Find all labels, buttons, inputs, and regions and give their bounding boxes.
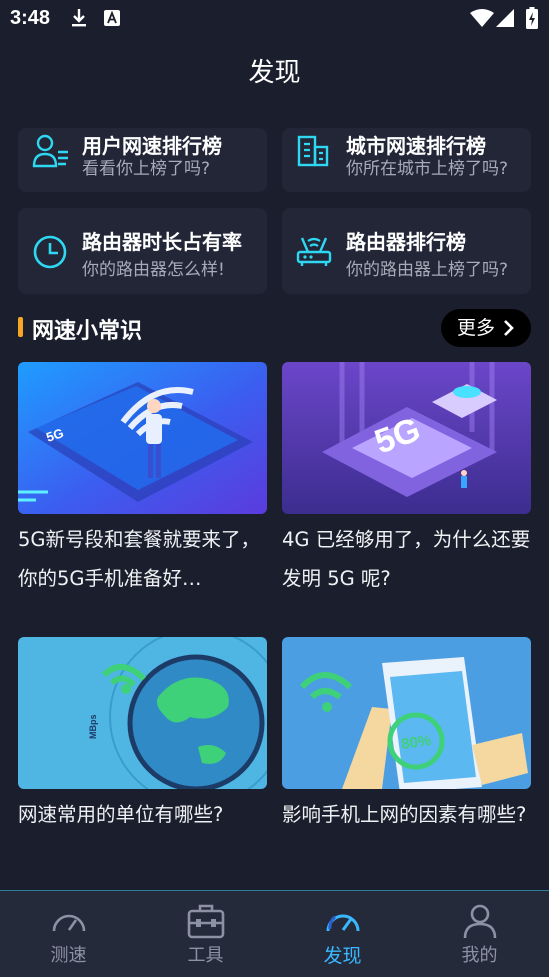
status-time: 3:48 <box>10 7 51 29</box>
card-title: 路由器排行榜 <box>346 230 466 254</box>
card-subtitle: 你的路由器上榜了吗? <box>346 260 509 280</box>
article-thumbnail[interactable]: MBps <box>18 637 267 789</box>
card-subtitle: 看看你上榜了吗? <box>82 159 211 179</box>
article-thumbnail[interactable]: 5G <box>282 362 531 514</box>
tab-label: 测速 <box>50 945 87 966</box>
card-title: 路由器时长占有率 <box>82 230 242 254</box>
article-title[interactable]: 网速常用的单位有哪些? <box>18 795 270 834</box>
article-thumbnail[interactable]: 80% <box>282 637 531 789</box>
card-router-ranking[interactable]: 路由器排行榜 你的路由器上榜了吗? <box>282 208 531 294</box>
user-icon <box>463 904 496 939</box>
section-accent-bar <box>18 317 23 337</box>
wifi-icon <box>470 9 494 27</box>
speedometer-icon <box>326 914 359 932</box>
clock-icon <box>33 235 67 269</box>
card-subtitle: 你所在城市上榜了吗? <box>346 159 509 179</box>
tab-label: 发现 <box>323 945 362 967</box>
section-title: 网速小常识 <box>32 319 143 344</box>
download-icon <box>72 9 86 27</box>
article-thumbnail[interactable]: 5G <box>18 362 267 514</box>
tab-discover[interactable]: 发现 <box>274 891 411 977</box>
card-user-speed-ranking[interactable]: 用户网速排行榜 看看你上榜了吗? <box>18 128 267 192</box>
router-icon <box>296 237 332 266</box>
more-button[interactable]: 更多 <box>441 309 531 347</box>
tab-me[interactable]: 我的 <box>411 891 548 977</box>
font-app-icon <box>104 10 120 26</box>
tab-tools[interactable]: 工具 <box>137 891 274 977</box>
thumbnail-mbps-text: MBps <box>88 715 98 740</box>
card-router-uptime-share[interactable]: 路由器时长占有率 你的路由器怎么样! <box>18 208 267 294</box>
tab-label: 我的 <box>461 945 498 966</box>
more-button-label: 更多 <box>457 317 496 339</box>
page-title: 发现 <box>248 58 301 88</box>
toolbox-icon <box>187 904 224 939</box>
article-title[interactable]: 5G新号段和套餐就要来了，你的5G手机准备好… <box>18 520 270 598</box>
user-list-icon <box>32 134 68 168</box>
status-bar: 3:48 <box>0 0 549 36</box>
signal-icon <box>496 9 514 27</box>
chevron-right-icon <box>504 320 514 336</box>
article-title[interactable]: 4G 已经够用了，为什么还要发明 5G 呢? <box>282 520 534 598</box>
tab-speed-test[interactable]: 测速 <box>0 891 137 977</box>
building-icon <box>297 135 329 167</box>
battery-charging-icon <box>526 7 538 29</box>
card-subtitle: 你的路由器怎么样! <box>82 260 225 280</box>
speedometer-icon <box>52 914 85 932</box>
bottom-nav: 测速 工具 发现 我的 <box>0 890 549 977</box>
card-city-speed-ranking[interactable]: 城市网速排行榜 你所在城市上榜了吗? <box>282 128 531 192</box>
tab-label: 工具 <box>187 945 224 966</box>
article-title[interactable]: 影响手机上网的因素有哪些? <box>282 795 534 834</box>
